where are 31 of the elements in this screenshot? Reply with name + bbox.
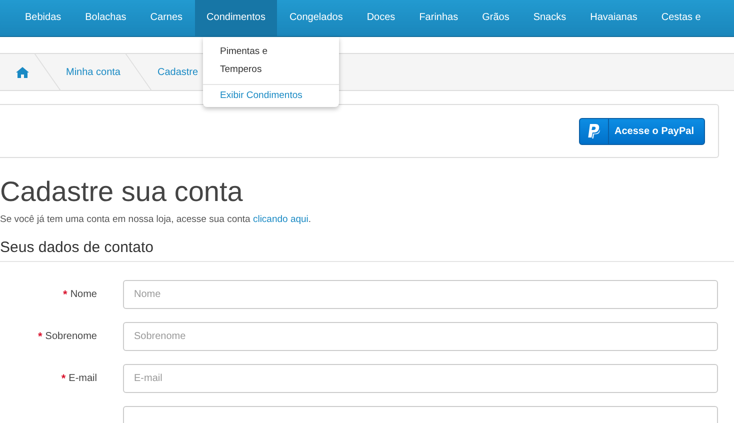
field-label: Sobrenome	[45, 331, 97, 342]
required-mark: *	[38, 330, 42, 342]
breadcrumb-link[interactable]: Cadastre	[151, 66, 204, 78]
link[interactable]: clicando aqui	[252, 214, 308, 225]
nav-link[interactable]: Carnes	[138, 0, 195, 36]
nav-link[interactable]: Havaianas	[578, 0, 650, 36]
nav-link[interactable]: Bolachas	[73, 0, 138, 36]
nav-link[interactable]: Grãos	[470, 0, 522, 36]
section-title: Seus dados de contato	[0, 239, 734, 262]
field-label: E-mail	[68, 373, 97, 384]
nav-link[interactable]: Bebidas	[13, 0, 74, 36]
home-icon[interactable]	[16, 66, 29, 78]
nav-link[interactable]: Condimentos	[194, 0, 278, 36]
required-mark: *	[61, 372, 66, 384]
paypal-button[interactable]: Acesse o PayPal	[578, 118, 705, 144]
nav-link[interactable]: Cestas e	[649, 0, 703, 36]
menu-item[interactable]: Pimentas e Temperos	[203, 43, 297, 79]
nav-link[interactable]: Snacks	[521, 0, 578, 36]
page-title: Cadastre sua conta	[0, 176, 244, 208]
nav-link[interactable]: Congelados	[277, 0, 355, 36]
input-field[interactable]: Sobrenome	[123, 322, 718, 351]
nav-link[interactable]: Doces	[354, 0, 408, 36]
paypal-logo-icon	[587, 124, 600, 138]
breadcrumb-link[interactable]: Minha conta	[60, 66, 126, 78]
input-field[interactable]: E-mail	[123, 364, 718, 393]
menu-link[interactable]: Exibir Condimentos	[203, 89, 339, 103]
intro-text: Se você já tem uma conta em nossa loja, acesse sua conta clicando aqui.	[0, 214, 312, 225]
input-field[interactable]: Nome	[123, 280, 718, 309]
required-mark: *	[63, 288, 68, 300]
field-label: Nome	[70, 289, 97, 300]
nav-link[interactable]: Farinhas	[407, 0, 470, 36]
